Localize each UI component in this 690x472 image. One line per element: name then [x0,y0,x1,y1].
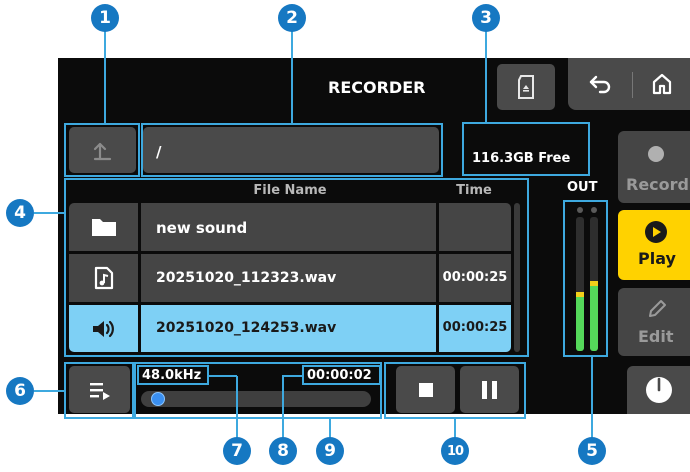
file-time-cell: 00:00:25 [442,320,508,335]
nav-divider [632,72,633,98]
pause-button[interactable] [460,366,519,413]
file-name-header: File Name [253,183,327,198]
callout-number-9: 9 [316,437,344,465]
callout-line-8 [282,376,284,440]
stop-button[interactable] [396,366,455,413]
meter-peak-right [591,207,597,213]
callout-line-4 [34,212,65,214]
parent-folder-button[interactable] [69,127,136,173]
time-cell [439,203,511,251]
callout-line-1 [104,30,106,124]
progress-track[interactable] [141,391,371,407]
callout-line-8h [282,375,303,377]
callout-box-3 [462,122,590,176]
file-time-cell: 00:00:25 [442,270,508,285]
home-button[interactable] [636,62,688,106]
meter-label: OUT [567,180,598,195]
back-arrow-icon [589,75,611,94]
callout-number-1: 1 [91,4,119,32]
level-meter-right-fill [590,281,598,351]
record-label: Record [626,175,689,194]
playlist-button[interactable] [69,366,130,413]
meter-peak-left [577,207,583,213]
callout-line-2 [291,30,293,124]
table-row-icon[interactable] [69,203,138,251]
edit-button[interactable]: Edit [618,288,690,356]
record-dot-icon [648,146,664,162]
file-name-cell: 20251020_124253.wav [156,320,337,336]
pause-icon [482,380,487,399]
callout-number-6: 6 [6,377,34,405]
pencil-icon [649,300,666,317]
table-row-icon[interactable] [69,305,138,352]
callout-line-7 [236,376,238,440]
file-name-cell: 20251020_112323.wav [156,270,337,286]
callout-line-3 [485,30,487,123]
record-button[interactable]: Record [618,131,690,203]
callout-number-4: 4 [6,199,34,227]
timer-icon [645,377,672,403]
level-meter-left-fill [576,292,584,351]
storage-free-text: 116.3GB Free [472,151,571,166]
callout-number-10: 10 [441,437,469,465]
path-text: / [156,143,162,161]
callout-line-7h [209,375,237,377]
folder-icon [91,219,116,236]
power-button[interactable] [627,366,690,414]
play-circle-icon [645,221,667,243]
play-label: Play [638,249,676,268]
callout-number-3: 3 [472,4,500,32]
play-button[interactable]: Play [618,210,690,280]
callout-line-6 [34,390,65,392]
edit-label: Edit [638,327,674,346]
back-button[interactable] [574,62,628,106]
up-arrow-icon [93,142,111,161]
time-header: Time [456,183,492,198]
home-icon [652,73,672,95]
callout-number-8: 8 [269,437,297,465]
table-row-icon[interactable] [69,254,138,302]
callout-number-5: 5 [578,437,606,465]
stop-icon [418,382,433,397]
callout-number-2: 2 [278,4,306,32]
elapsed-time: 00:00:02 [307,368,372,383]
media-eject-icon [518,75,534,99]
playlist-icon [89,382,110,400]
list-scrollbar[interactable] [514,203,520,352]
eject-button[interactable] [497,64,555,110]
progress-thumb[interactable] [151,392,165,406]
page-title: RECORDER [328,78,426,97]
file-name-cell: new sound [156,219,248,237]
speaker-icon [92,320,114,337]
path-field[interactable] [143,127,439,173]
callout-line-5 [591,356,593,441]
callout-number-7: 7 [223,437,251,465]
sample-rate: 48.0kHz [142,368,202,383]
callout-box-5 [563,200,608,357]
music-file-icon [94,266,113,290]
